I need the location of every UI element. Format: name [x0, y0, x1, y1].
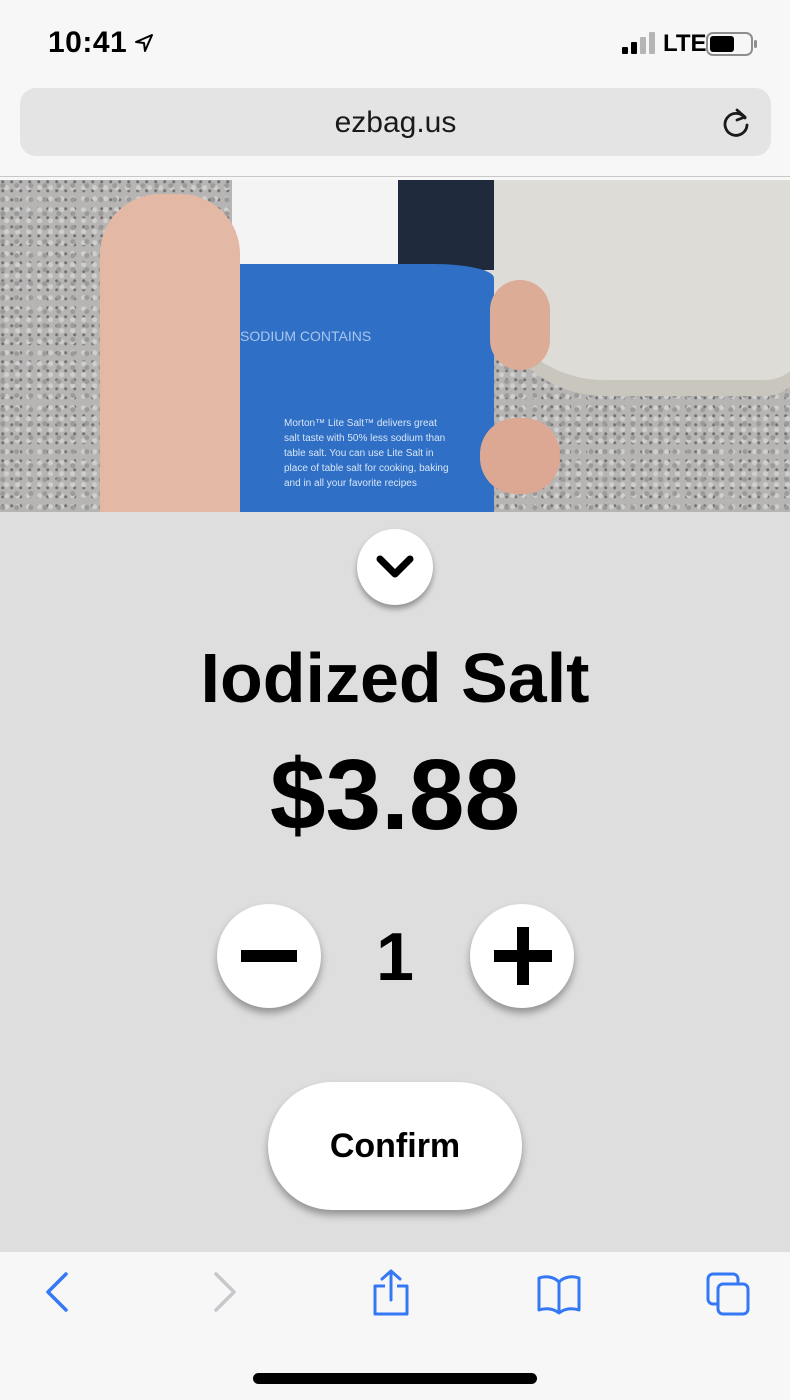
address-bar[interactable]: ezbag.us	[20, 88, 771, 156]
tabs-icon[interactable]	[706, 1268, 750, 1318]
camera-nutrition-label	[232, 180, 398, 272]
quantity-value: 1	[376, 919, 414, 995]
camera-finger	[480, 418, 560, 494]
minus-icon	[241, 950, 297, 962]
back-icon[interactable]	[36, 1268, 80, 1318]
url-text[interactable]: ezbag.us	[20, 106, 771, 140]
camera-sodium-text: SODIUM CONTAINS	[240, 328, 372, 344]
home-indicator	[253, 1373, 537, 1384]
product-name: Iodized Salt	[200, 639, 590, 717]
camera-preview: SODIUM CONTAINS Morton™ Lite Salt™ deliv…	[0, 180, 790, 512]
share-icon[interactable]	[369, 1268, 413, 1318]
divider	[0, 176, 790, 177]
collapse-button[interactable]	[357, 529, 433, 605]
reload-icon[interactable]	[719, 106, 753, 140]
carrier-label: LTE	[663, 30, 707, 57]
bookmarks-icon[interactable]	[537, 1268, 581, 1318]
chevron-down-icon	[376, 555, 414, 578]
confirm-button[interactable]: Confirm	[268, 1082, 522, 1210]
signal-icon	[622, 32, 655, 54]
increment-button[interactable]	[470, 904, 574, 1008]
battery-icon	[706, 32, 757, 56]
product-panel: Iodized Salt $3.88 1 Confirm	[0, 512, 790, 1252]
status-time: 10:41	[48, 26, 128, 59]
camera-label-text: Morton™ Lite Salt™ delivers great salt t…	[284, 418, 449, 489]
camera-finger	[490, 280, 550, 370]
product-price: $3.88	[269, 739, 521, 851]
forward-icon[interactable]	[202, 1268, 246, 1318]
location-arrow-icon	[135, 34, 153, 52]
decrement-button[interactable]	[217, 904, 321, 1008]
status-bar: 10:41 LTE	[0, 0, 790, 86]
camera-hand	[100, 194, 240, 512]
